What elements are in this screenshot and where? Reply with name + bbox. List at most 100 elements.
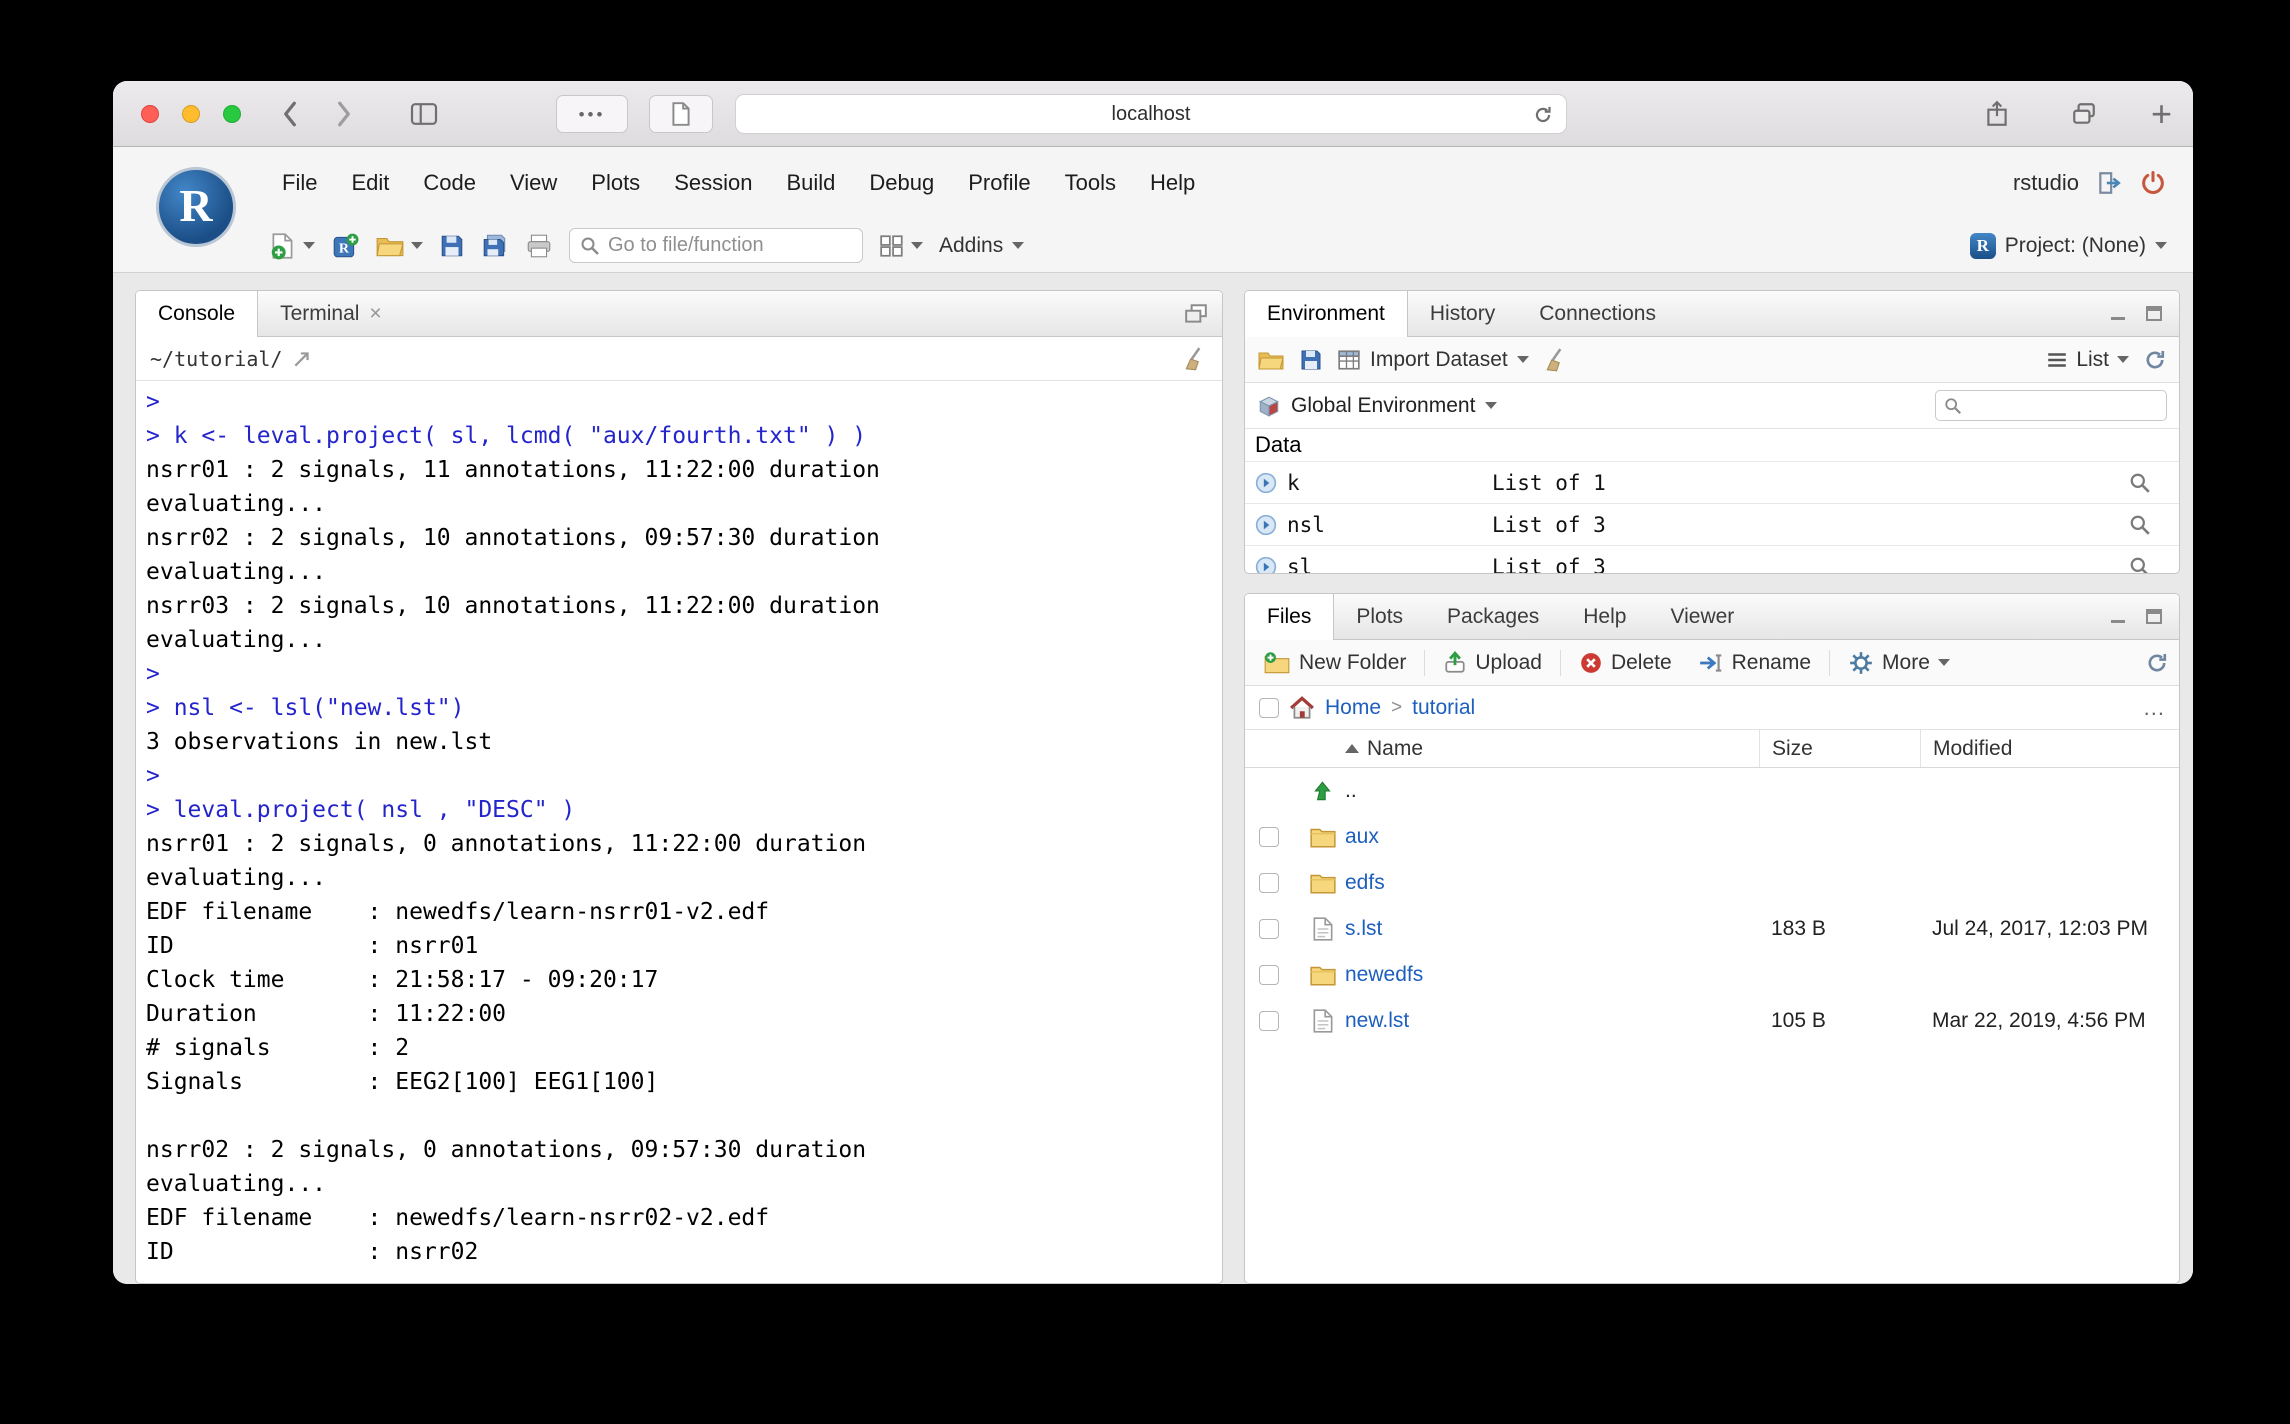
maximize-pane-icon[interactable] [2145, 305, 2165, 323]
file-link[interactable]: edfs [1345, 871, 1385, 894]
menu-item-tools[interactable]: Tools [1048, 147, 1133, 219]
open-directory-icon[interactable] [292, 349, 312, 369]
file-row[interactable]: .. [1245, 768, 2179, 814]
tab-connections[interactable]: Connections [1517, 291, 1678, 336]
file-checkbox[interactable] [1259, 965, 1279, 985]
tab-overview-button[interactable] [2071, 102, 2097, 126]
menu-item-help[interactable]: Help [1133, 147, 1212, 219]
import-dataset-button[interactable]: Import Dataset [1337, 348, 1529, 372]
tab-viewer[interactable]: Viewer [1648, 594, 1756, 639]
refresh-icon[interactable] [2143, 348, 2167, 372]
menu-item-code[interactable]: Code [406, 147, 493, 219]
expand-object-icon[interactable] [1255, 472, 1277, 494]
column-header-size[interactable]: Size [1759, 730, 1920, 767]
file-link[interactable]: newedfs [1345, 963, 1423, 986]
sidebar-button[interactable] [409, 102, 439, 126]
close-window-button[interactable] [141, 105, 159, 123]
file-name[interactable]: s.lst [1345, 917, 1759, 941]
clear-environment-icon[interactable] [1543, 347, 1569, 373]
display-mode-button[interactable]: List [2046, 348, 2129, 372]
load-workspace-icon[interactable] [1257, 349, 1285, 371]
breadcrumb-tutorial[interactable]: tutorial [1412, 696, 1475, 720]
view-object-icon[interactable] [2129, 472, 2151, 494]
environment-search-input[interactable] [1968, 395, 2158, 416]
open-file-button[interactable] [375, 234, 423, 258]
tab-packages[interactable]: Packages [1425, 594, 1561, 639]
reload-icon[interactable] [1532, 104, 1554, 126]
expand-object-icon[interactable] [1255, 514, 1277, 536]
environment-object-row[interactable]: nslList of 3 [1245, 503, 2179, 545]
tab-plots[interactable]: Plots [1334, 594, 1425, 639]
file-name[interactable]: aux [1345, 825, 1759, 849]
file-name[interactable]: newedfs [1345, 963, 1759, 987]
pane-layout-button[interactable] [879, 234, 923, 258]
breadcrumb-ellipsis[interactable]: ... [2144, 695, 2165, 721]
close-icon[interactable]: × [369, 302, 381, 326]
tab-help[interactable]: Help [1561, 594, 1648, 639]
upload-button[interactable]: Upload [1435, 651, 1550, 675]
refresh-icon[interactable] [2145, 651, 2169, 675]
new-project-button[interactable]: R [331, 232, 359, 260]
file-checkbox[interactable] [1259, 827, 1279, 847]
delete-button[interactable]: Delete [1571, 651, 1680, 675]
menu-item-edit[interactable]: Edit [334, 147, 406, 219]
minimize-window-button[interactable] [182, 105, 200, 123]
view-object-icon[interactable] [2129, 556, 2151, 574]
file-row[interactable]: new.lst105 BMar 22, 2019, 4:56 PM [1245, 998, 2179, 1044]
column-header-name[interactable]: Name [1345, 737, 1759, 761]
reader-page-button[interactable] [649, 95, 713, 133]
file-row[interactable]: s.lst183 BJul 24, 2017, 12:03 PM [1245, 906, 2179, 952]
file-name[interactable]: new.lst [1345, 1009, 1759, 1033]
scope-label[interactable]: Global Environment [1291, 394, 1475, 418]
goto-file-input[interactable] [608, 234, 873, 257]
new-tab-button[interactable]: + [2151, 93, 2172, 135]
project-selector[interactable]: R Project: (None) [1970, 233, 2167, 259]
save-icon[interactable] [439, 233, 465, 259]
sign-out-icon[interactable] [2095, 170, 2123, 196]
back-button[interactable] [281, 100, 299, 128]
quit-session-icon[interactable] [2139, 169, 2167, 197]
extensions-button[interactable]: ••• [556, 95, 628, 133]
menu-item-plots[interactable]: Plots [574, 147, 657, 219]
maximize-pane-icon[interactable] [1184, 303, 1208, 325]
tab-environment[interactable]: Environment [1245, 291, 1408, 337]
tab-files[interactable]: Files [1245, 594, 1334, 640]
file-row[interactable]: newedfs [1245, 952, 2179, 998]
clear-console-icon[interactable] [1182, 346, 1208, 372]
share-button[interactable] [1985, 100, 2009, 128]
environment-search[interactable] [1935, 390, 2167, 421]
more-button[interactable]: More [1840, 650, 1958, 676]
rename-button[interactable]: Rename [1690, 651, 1819, 675]
address-bar[interactable]: localhost [735, 94, 1567, 134]
tab-history[interactable]: History [1408, 291, 1517, 336]
zoom-window-button[interactable] [223, 105, 241, 123]
menu-item-file[interactable]: File [265, 147, 334, 219]
menu-item-view[interactable]: View [493, 147, 574, 219]
select-all-checkbox[interactable] [1259, 698, 1279, 718]
breadcrumb-home[interactable]: Home [1325, 696, 1381, 720]
file-checkbox[interactable] [1259, 1011, 1279, 1031]
goto-file-search[interactable] [569, 228, 863, 263]
minimize-pane-icon[interactable] [2109, 305, 2129, 323]
new-folder-button[interactable]: New Folder [1255, 651, 1414, 675]
tab-console[interactable]: Console [136, 291, 258, 337]
addins-button[interactable]: Addins [939, 234, 1024, 258]
file-checkbox[interactable] [1259, 919, 1279, 939]
new-file-button[interactable] [269, 231, 315, 261]
menu-item-session[interactable]: Session [657, 147, 769, 219]
minimize-pane-icon[interactable] [2109, 608, 2129, 626]
save-workspace-icon[interactable] [1299, 348, 1323, 372]
maximize-pane-icon[interactable] [2145, 608, 2165, 626]
column-header-modified[interactable]: Modified [1920, 730, 2179, 767]
file-row[interactable]: aux [1245, 814, 2179, 860]
menu-item-build[interactable]: Build [769, 147, 852, 219]
file-link[interactable]: aux [1345, 825, 1379, 848]
menu-item-debug[interactable]: Debug [852, 147, 951, 219]
file-name[interactable]: edfs [1345, 871, 1759, 895]
file-name[interactable]: .. [1345, 779, 1759, 803]
file-checkbox[interactable] [1259, 873, 1279, 893]
file-link[interactable]: s.lst [1345, 917, 1382, 940]
environment-object-row[interactable]: slList of 3 [1245, 545, 2179, 573]
environment-object-row[interactable]: kList of 1 [1245, 461, 2179, 503]
file-link[interactable]: new.lst [1345, 1009, 1409, 1032]
